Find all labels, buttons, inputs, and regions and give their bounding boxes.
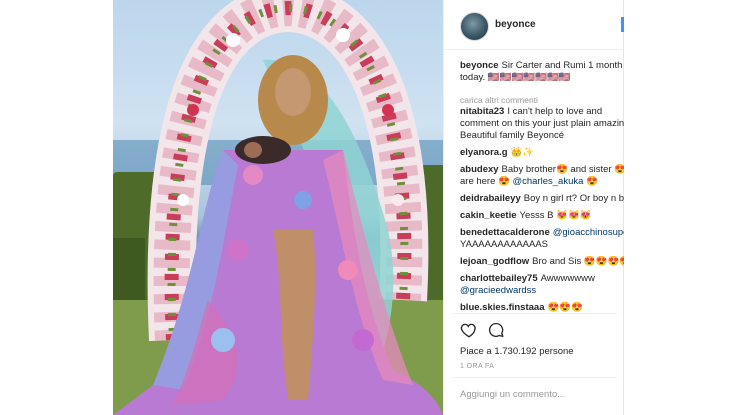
comment-item: lejoan_godflow Bro and Sis 😍😍😍😍 — [460, 256, 630, 268]
comment-text: 👑✨ — [510, 147, 535, 158]
comment-item: nitabita23 I can't help to love and comme… — [460, 106, 630, 142]
letterbox-right — [624, 0, 737, 415]
post-panel: beyonce beyonce Sir Carter and Rumi 1 mon… — [443, 0, 630, 415]
letterbox-left — [0, 0, 113, 415]
comment-text-after: 😍 — [586, 176, 598, 187]
post-caption: beyonce Sir Carter and Rumi 1 month today… — [460, 60, 630, 84]
comment-username[interactable]: charlottebailey75 — [460, 273, 538, 284]
speech-bubble-icon[interactable] — [487, 321, 505, 339]
comment-item: cakin_keetie Yesss B 😻😻😻 — [460, 210, 630, 222]
comment-username[interactable]: elyanora.g — [460, 147, 508, 158]
header-username[interactable]: beyonce — [495, 19, 536, 30]
comment-username[interactable]: nitabita23 — [460, 106, 504, 117]
comment-item: charlottebailey75 Awwwwwww @gracieedwards… — [460, 273, 630, 297]
comment-text: Boy n girl rt? Or boy n boy — [523, 193, 630, 204]
comment-username[interactable]: lejoan_godflow — [460, 256, 529, 267]
comment-text: Awwwwwww — [540, 273, 595, 284]
comment-mention[interactable]: @gracieedwardss — [460, 285, 536, 296]
comment-username[interactable]: cakin_keetie — [460, 210, 517, 221]
post-timestamp: 1 ORA FA — [460, 363, 495, 370]
add-comment-input[interactable]: Aggiungi un commento... — [460, 389, 565, 400]
comment-username[interactable]: deidrabaileyy — [460, 193, 521, 204]
comment-username[interactable]: blue.skies.finstaaa — [460, 302, 544, 313]
avatar[interactable] — [460, 12, 489, 41]
post-header: beyonce — [444, 0, 625, 50]
post-photo[interactable] — [113, 0, 443, 415]
add-comment-divider — [452, 377, 617, 378]
comment-text: Bro and Sis 😍😍😍😍 — [532, 256, 630, 267]
comments-list: nitabita23 I can't help to love and comme… — [460, 106, 630, 319]
heart-outline-icon[interactable] — [460, 321, 478, 339]
comment-item: abudexy Baby brother😍 and sister 😍 are he… — [460, 164, 630, 188]
likes-count[interactable]: Piace a 1.730.192 persone — [460, 346, 574, 357]
comment-username[interactable]: benedettacalderone — [460, 227, 550, 238]
caption-username[interactable]: beyonce — [460, 60, 499, 71]
photo-illustration — [113, 0, 443, 415]
comment-text: Yesss B 😻😻😻 — [519, 210, 592, 221]
comment-item: elyanora.g 👑✨ — [460, 147, 630, 159]
comment-text: YAAAAAAAAAAAAS — [460, 239, 549, 250]
comment-username[interactable]: abudexy — [460, 164, 499, 175]
actions-divider — [452, 313, 617, 314]
comment-item: deidrabaileyy Boy n girl rt? Or boy n boy — [460, 193, 630, 205]
load-more-comments-link[interactable]: carica altri commenti — [460, 95, 538, 105]
comment-text: 😍😍😍 — [547, 302, 583, 313]
comment-item: benedettacalderone@gioacchinosuperman YA… — [460, 227, 630, 251]
comment-mention[interactable]: @gioacchinosuperman — [553, 227, 630, 238]
comment-mention[interactable]: @charles_akuka — [513, 176, 584, 187]
